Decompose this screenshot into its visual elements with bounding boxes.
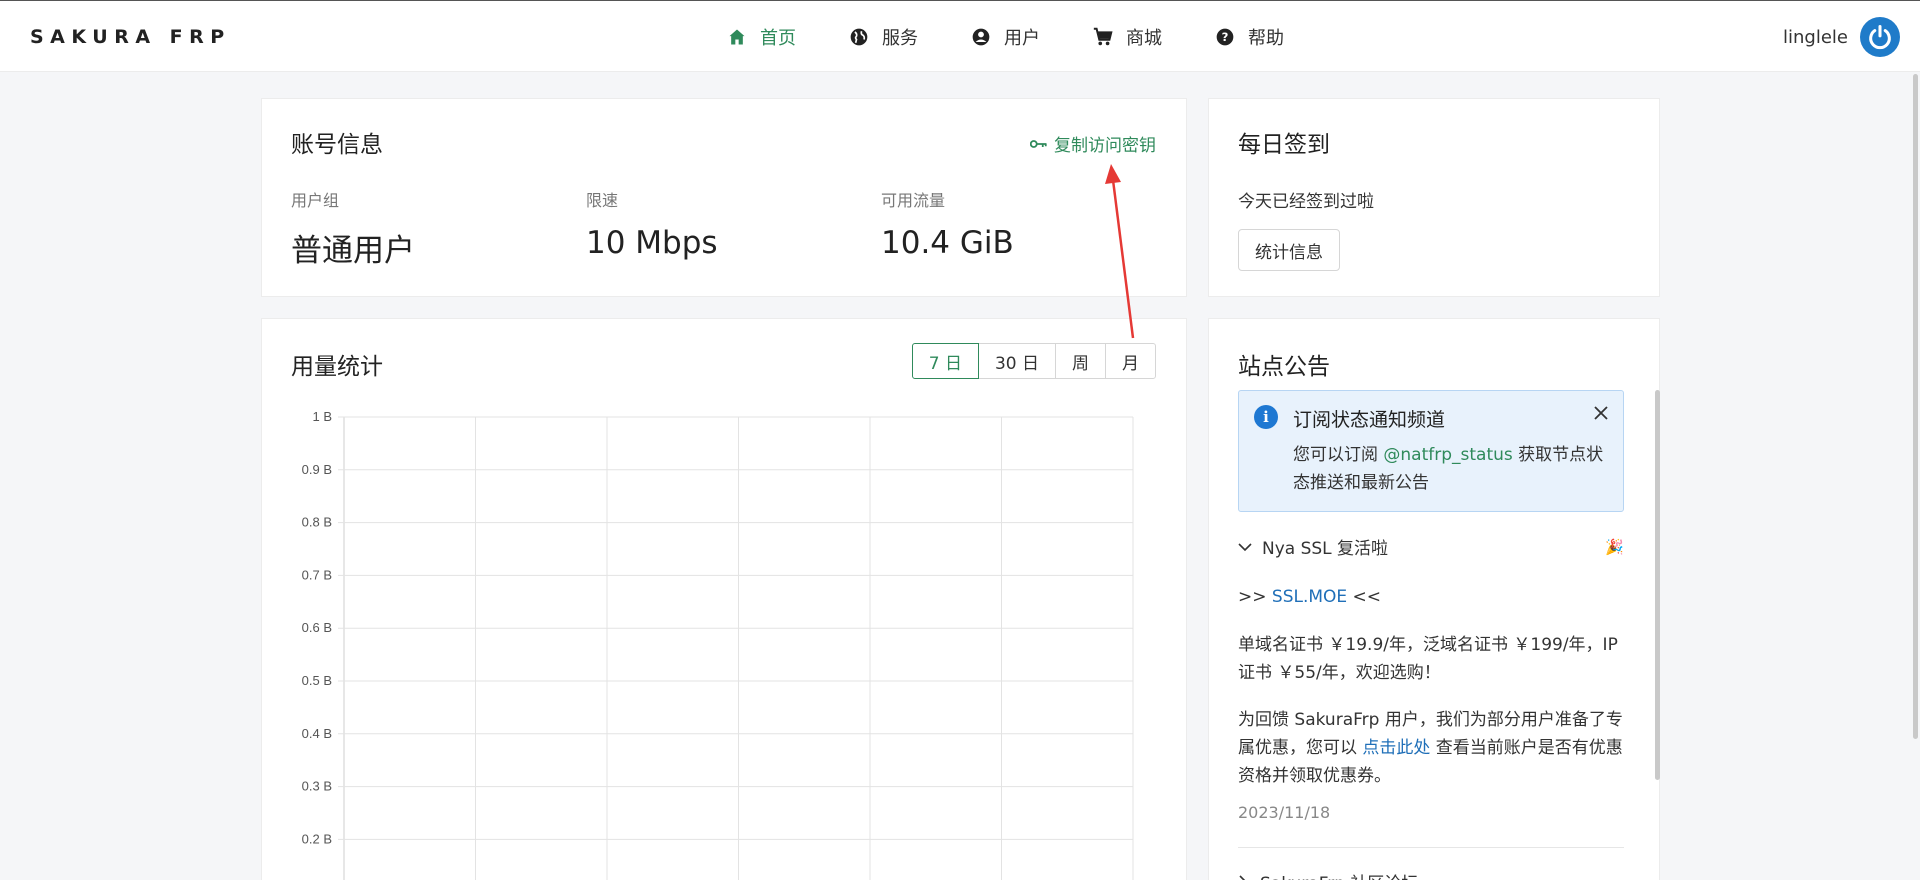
user-circle-icon	[970, 26, 992, 48]
usage-stats-card: 用量统计 7 日 30 日 周 月 1 B 0.9 B 0.8 B 0.7 B 0.6 …	[261, 318, 1187, 880]
account-info-card: 账号信息 复制访问密钥 用户组 普通用户 限速 10 Mbps 可用流量 10.…	[261, 98, 1187, 297]
nav-help-label: 帮助	[1248, 28, 1284, 49]
y-tick-label: 0.8 B	[302, 515, 332, 530]
alert-body-prefix: 您可以订阅	[1293, 445, 1384, 465]
y-tick-label: 1 B	[312, 409, 332, 424]
copy-access-key-label: 复制访问密钥	[1054, 136, 1156, 156]
range-7d-button[interactable]: 7 日	[911, 343, 979, 379]
nav-services[interactable]: 服务	[848, 23, 918, 51]
stat-value: 普通用户	[291, 233, 415, 269]
announcements-title: 站点公告	[1238, 354, 1330, 380]
usage-chart: 1 B 0.9 B 0.8 B 0.7 B 0.6 B 0.5 B 0.4 B 0.3 B 0.…	[302, 409, 1134, 880]
brand-logo[interactable]: SAKURA FRP	[30, 26, 231, 48]
natfrp-status-link[interactable]: @natfrp_status	[1383, 445, 1512, 465]
y-tick-label: 0.9 B	[302, 462, 332, 477]
stat-value: 10.4 GiB	[881, 225, 1014, 261]
stat-traffic: 可用流量 10.4 GiB	[881, 187, 1014, 261]
account-info-title: 账号信息	[291, 132, 383, 158]
y-tick-label: 0.7 B	[302, 567, 332, 582]
nav-home-label: 首页	[760, 28, 796, 49]
alert-title: 订阅状态通知频道	[1293, 409, 1446, 431]
daily-checkin-card: 每日签到 今天已经签到过啦 统计信息	[1208, 98, 1660, 297]
checkin-status: 今天已经签到过啦	[1238, 192, 1374, 212]
svg-text:?: ?	[1222, 30, 1229, 44]
announcement-title: SakuraFrp 社区论坛	[1260, 869, 1418, 880]
line1-prefix: >>	[1238, 587, 1272, 607]
top-navbar: SAKURA FRP 首页 服务 用户 商城 ? 帮助 linglele	[0, 0, 1920, 72]
stat-value: 10 Mbps	[586, 225, 718, 261]
announcement-title: Nya SSL 复活啦	[1262, 539, 1389, 559]
announcement-pricing: 单域名证书 ￥19.9/年，泛域名证书 ￥199/年，IP 证书 ￥55/年，欢…	[1238, 635, 1618, 683]
y-tick-label: 0.3 B	[302, 779, 332, 794]
chevron-right-icon	[1239, 874, 1246, 880]
statistics-button[interactable]: 统计信息	[1238, 229, 1340, 271]
username: linglele	[1783, 26, 1848, 48]
announcements-scrollbar[interactable]	[1655, 390, 1660, 780]
main-nav: 首页 服务 用户 商城 ? 帮助	[726, 23, 1336, 51]
stat-label: 用户组	[291, 191, 340, 210]
subscribe-alert: i 订阅状态通知频道 您可以订阅 @natfrp_status 获取节点状态推送…	[1238, 390, 1624, 512]
power-icon[interactable]	[1860, 17, 1900, 57]
nav-services-label: 服务	[882, 28, 918, 49]
click-here-link[interactable]: 点击此处	[1362, 738, 1430, 758]
nav-user[interactable]: 用户	[970, 23, 1040, 51]
copy-access-key-button[interactable]: 复制访问密钥	[1030, 131, 1156, 156]
close-icon[interactable]	[1593, 405, 1609, 425]
page-scrollbar[interactable]	[1913, 74, 1918, 739]
globe-icon	[848, 26, 870, 48]
stat-label: 可用流量	[881, 191, 946, 210]
nav-home[interactable]: 首页	[726, 23, 796, 51]
info-icon: i	[1254, 405, 1278, 429]
chevron-down-icon	[1238, 542, 1252, 551]
help-icon: ?	[1214, 26, 1236, 48]
y-tick-label: 0.6 B	[302, 620, 332, 635]
nav-shop[interactable]: 商城	[1092, 23, 1162, 51]
announcement-toggle-forum[interactable]: SakuraFrp 社区论坛	[1238, 869, 1418, 880]
y-tick-label: 0.2 B	[302, 831, 332, 846]
announcement-offer: 为回馈 SakuraFrp 用户，我们为部分用户准备了专属优惠，您可以 点击此处…	[1238, 706, 1624, 790]
stat-label: 限速	[586, 191, 619, 210]
key-icon	[1030, 139, 1047, 148]
y-tick-label: 0.4 B	[302, 726, 332, 741]
daily-checkin-title: 每日签到	[1238, 132, 1330, 158]
ssl-moe-link[interactable]: SSL.MOE	[1272, 587, 1347, 607]
announcement-toggle-nya-ssl[interactable]: Nya SSL 复活啦 🎉	[1238, 534, 1624, 559]
divider	[1238, 847, 1624, 848]
user-menu[interactable]: linglele	[1783, 17, 1900, 57]
stat-user-group: 用户组 普通用户	[291, 187, 415, 270]
party-popper-icon: 🎉	[1605, 537, 1624, 556]
alert-body: 您可以订阅 @natfrp_status 获取节点状态推送和最新公告	[1293, 441, 1613, 497]
stat-speed-limit: 限速 10 Mbps	[586, 187, 718, 261]
nav-shop-label: 商城	[1126, 28, 1162, 49]
y-tick-label: 0.5 B	[302, 673, 332, 688]
announcement-line-link: >> SSL.MOE <<	[1238, 583, 1624, 611]
home-icon	[726, 26, 748, 48]
nav-help[interactable]: ? 帮助	[1214, 23, 1284, 51]
nav-user-label: 用户	[1004, 28, 1040, 49]
announcement-date: 2023/11/18	[1238, 803, 1331, 822]
announcements-card: 站点公告 i 订阅状态通知频道 您可以订阅 @natfrp_status 获取节…	[1208, 318, 1660, 880]
line1-suffix: <<	[1347, 587, 1382, 607]
cart-icon	[1092, 26, 1114, 48]
